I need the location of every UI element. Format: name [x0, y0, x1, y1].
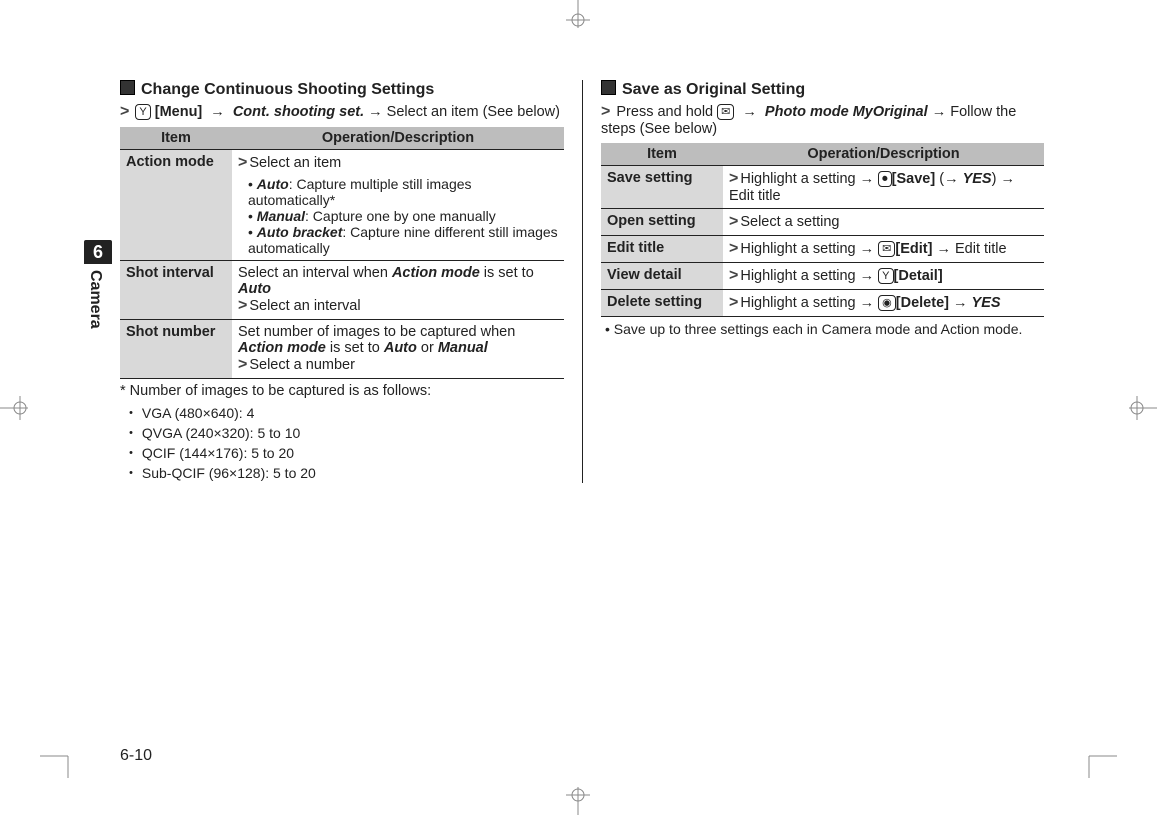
chevron-icon: >: [120, 103, 129, 120]
list-item: Auto: Capture multiple still images auto…: [244, 176, 558, 208]
row-item: Shot number: [120, 320, 232, 379]
text: Select an item: [249, 155, 341, 171]
col-desc-header: Operation/Description: [232, 127, 564, 150]
row-desc: >Highlight a setting → ◉[Delete] → YES: [723, 290, 1044, 317]
list-item: QCIF (144×176): 5 to 20: [120, 443, 564, 463]
reg-mark-bottom: [560, 779, 596, 815]
row-desc: >Highlight a setting → Y[Detail]: [723, 263, 1044, 290]
row-item: Save setting: [601, 166, 723, 209]
softkey-y-icon: Y: [878, 268, 893, 284]
table-row: Edit title >Highlight a setting → ✉[Edit…: [601, 236, 1044, 263]
chevron-icon: >: [729, 294, 738, 311]
table-row: Shot interval Select an interval when Ac…: [120, 261, 564, 320]
left-column: Change Continuous Shooting Settings > Y …: [120, 80, 582, 483]
chapter-number: 6: [84, 240, 112, 264]
crop-br: [1077, 738, 1117, 778]
right-table: Item Operation/Description Save setting …: [601, 143, 1044, 317]
right-heading: Save as Original Setting: [601, 80, 1044, 99]
page-number: 6-10: [120, 747, 152, 765]
chapter-tab: 6 Camera: [84, 240, 112, 329]
chevron-icon: >: [729, 240, 738, 257]
table-header-row: Item Operation/Description: [601, 143, 1044, 166]
row-item: View detail: [601, 263, 723, 290]
arrow-icon: →: [210, 104, 225, 120]
softkey-camera-icon: ◉: [878, 295, 896, 311]
intro-tail: → Select an item (See below): [368, 104, 560, 120]
right-heading-text: Save as Original Setting: [622, 81, 805, 98]
row-desc: Select an interval when Action mode is s…: [232, 261, 564, 320]
right-column: Save as Original Setting > Press and hol…: [582, 80, 1044, 483]
table-header-row: Item Operation/Description: [120, 127, 564, 150]
chevron-icon: >: [729, 170, 738, 187]
table-row: Open setting >Select a setting: [601, 209, 1044, 236]
left-footnote: * Number of images to be captured is as …: [120, 383, 564, 483]
right-intro: > Press and hold ✉ → Photo mode MyOrigin…: [601, 103, 1044, 137]
col-desc-header: Operation/Description: [723, 143, 1044, 166]
reg-mark-top: [560, 0, 596, 36]
row-item: Shot interval: [120, 261, 232, 320]
table-row: View detail >Highlight a setting → Y[Det…: [601, 263, 1044, 290]
footnote-list: VGA (480×640): 4 QVGA (240×320): 5 to 10…: [120, 403, 564, 483]
menu-option: Cont. shooting set.: [233, 104, 364, 120]
content-columns: Change Continuous Shooting Settings > Y …: [120, 80, 1067, 483]
chevron-icon: >: [729, 213, 738, 230]
row-desc: >Highlight a setting → ✉[Edit] → Edit ti…: [723, 236, 1044, 263]
softkey-icon: ⏺: [878, 171, 892, 187]
reg-mark-right: [1121, 390, 1157, 426]
chevron-icon: >: [238, 154, 247, 171]
crop-bl: [40, 738, 80, 778]
chevron-icon: >: [729, 267, 738, 284]
menu-label: [Menu]: [155, 104, 203, 120]
heading-square-icon: [120, 80, 135, 95]
left-heading: Change Continuous Shooting Settings: [120, 80, 564, 99]
row-item: Edit title: [601, 236, 723, 263]
chevron-icon: >: [238, 356, 247, 373]
intro-lead: Press and hold: [616, 104, 717, 120]
table-row: Action mode >Select an item Auto: Captur…: [120, 150, 564, 261]
footnote-lead: * Number of images to be captured is as …: [120, 383, 564, 399]
list-item: VGA (480×640): 4: [120, 403, 564, 423]
softkey-y-icon: Y: [135, 104, 150, 120]
reg-mark-left: [0, 390, 36, 426]
row-desc: >Highlight a setting → ⏺[Save] (→ YES) →…: [723, 166, 1044, 209]
softkey-mail-icon: ✉: [878, 241, 895, 257]
table-row: Delete setting >Highlight a setting → ◉[…: [601, 290, 1044, 317]
list-item: Sub-QCIF (96×128): 5 to 20: [120, 463, 564, 483]
chapter-label: Camera: [84, 270, 104, 329]
chevron-icon: >: [238, 297, 247, 314]
row-item: Action mode: [120, 150, 232, 261]
table-row: Shot number Set number of images to be c…: [120, 320, 564, 379]
row-item: Open setting: [601, 209, 723, 236]
row-desc: >Select an item Auto: Capture multiple s…: [232, 150, 564, 261]
list-item: Auto bracket: Capture nine different sti…: [244, 224, 558, 256]
left-heading-text: Change Continuous Shooting Settings: [141, 81, 434, 98]
right-note-list: Save up to three settings each in Camera…: [601, 321, 1044, 337]
page: 6 Camera Change Continuous Shooting Sett…: [0, 0, 1157, 815]
row-desc: >Select a setting: [723, 209, 1044, 236]
col-item-header: Item: [120, 127, 232, 150]
col-item-header: Item: [601, 143, 723, 166]
list-item: Save up to three settings each in Camera…: [601, 321, 1044, 337]
heading-square-icon: [601, 80, 616, 95]
left-table: Item Operation/Description Action mode >…: [120, 127, 564, 379]
list-item: Manual: Capture one by one manually: [244, 208, 558, 224]
row-desc: Set number of images to be captured when…: [232, 320, 564, 379]
chevron-icon: >: [601, 103, 610, 120]
table-row: Save setting >Highlight a setting → ⏺[Sa…: [601, 166, 1044, 209]
left-intro: > Y [Menu] → Cont. shooting set. → Selec…: [120, 103, 564, 121]
bullet-list: Auto: Capture multiple still images auto…: [244, 176, 558, 256]
softkey-mail-icon: ✉: [717, 104, 734, 120]
menu-option: Photo mode MyOriginal: [765, 104, 928, 120]
list-item: QVGA (240×320): 5 to 10: [120, 423, 564, 443]
arrow-icon: →: [742, 104, 757, 120]
row-item: Delete setting: [601, 290, 723, 317]
